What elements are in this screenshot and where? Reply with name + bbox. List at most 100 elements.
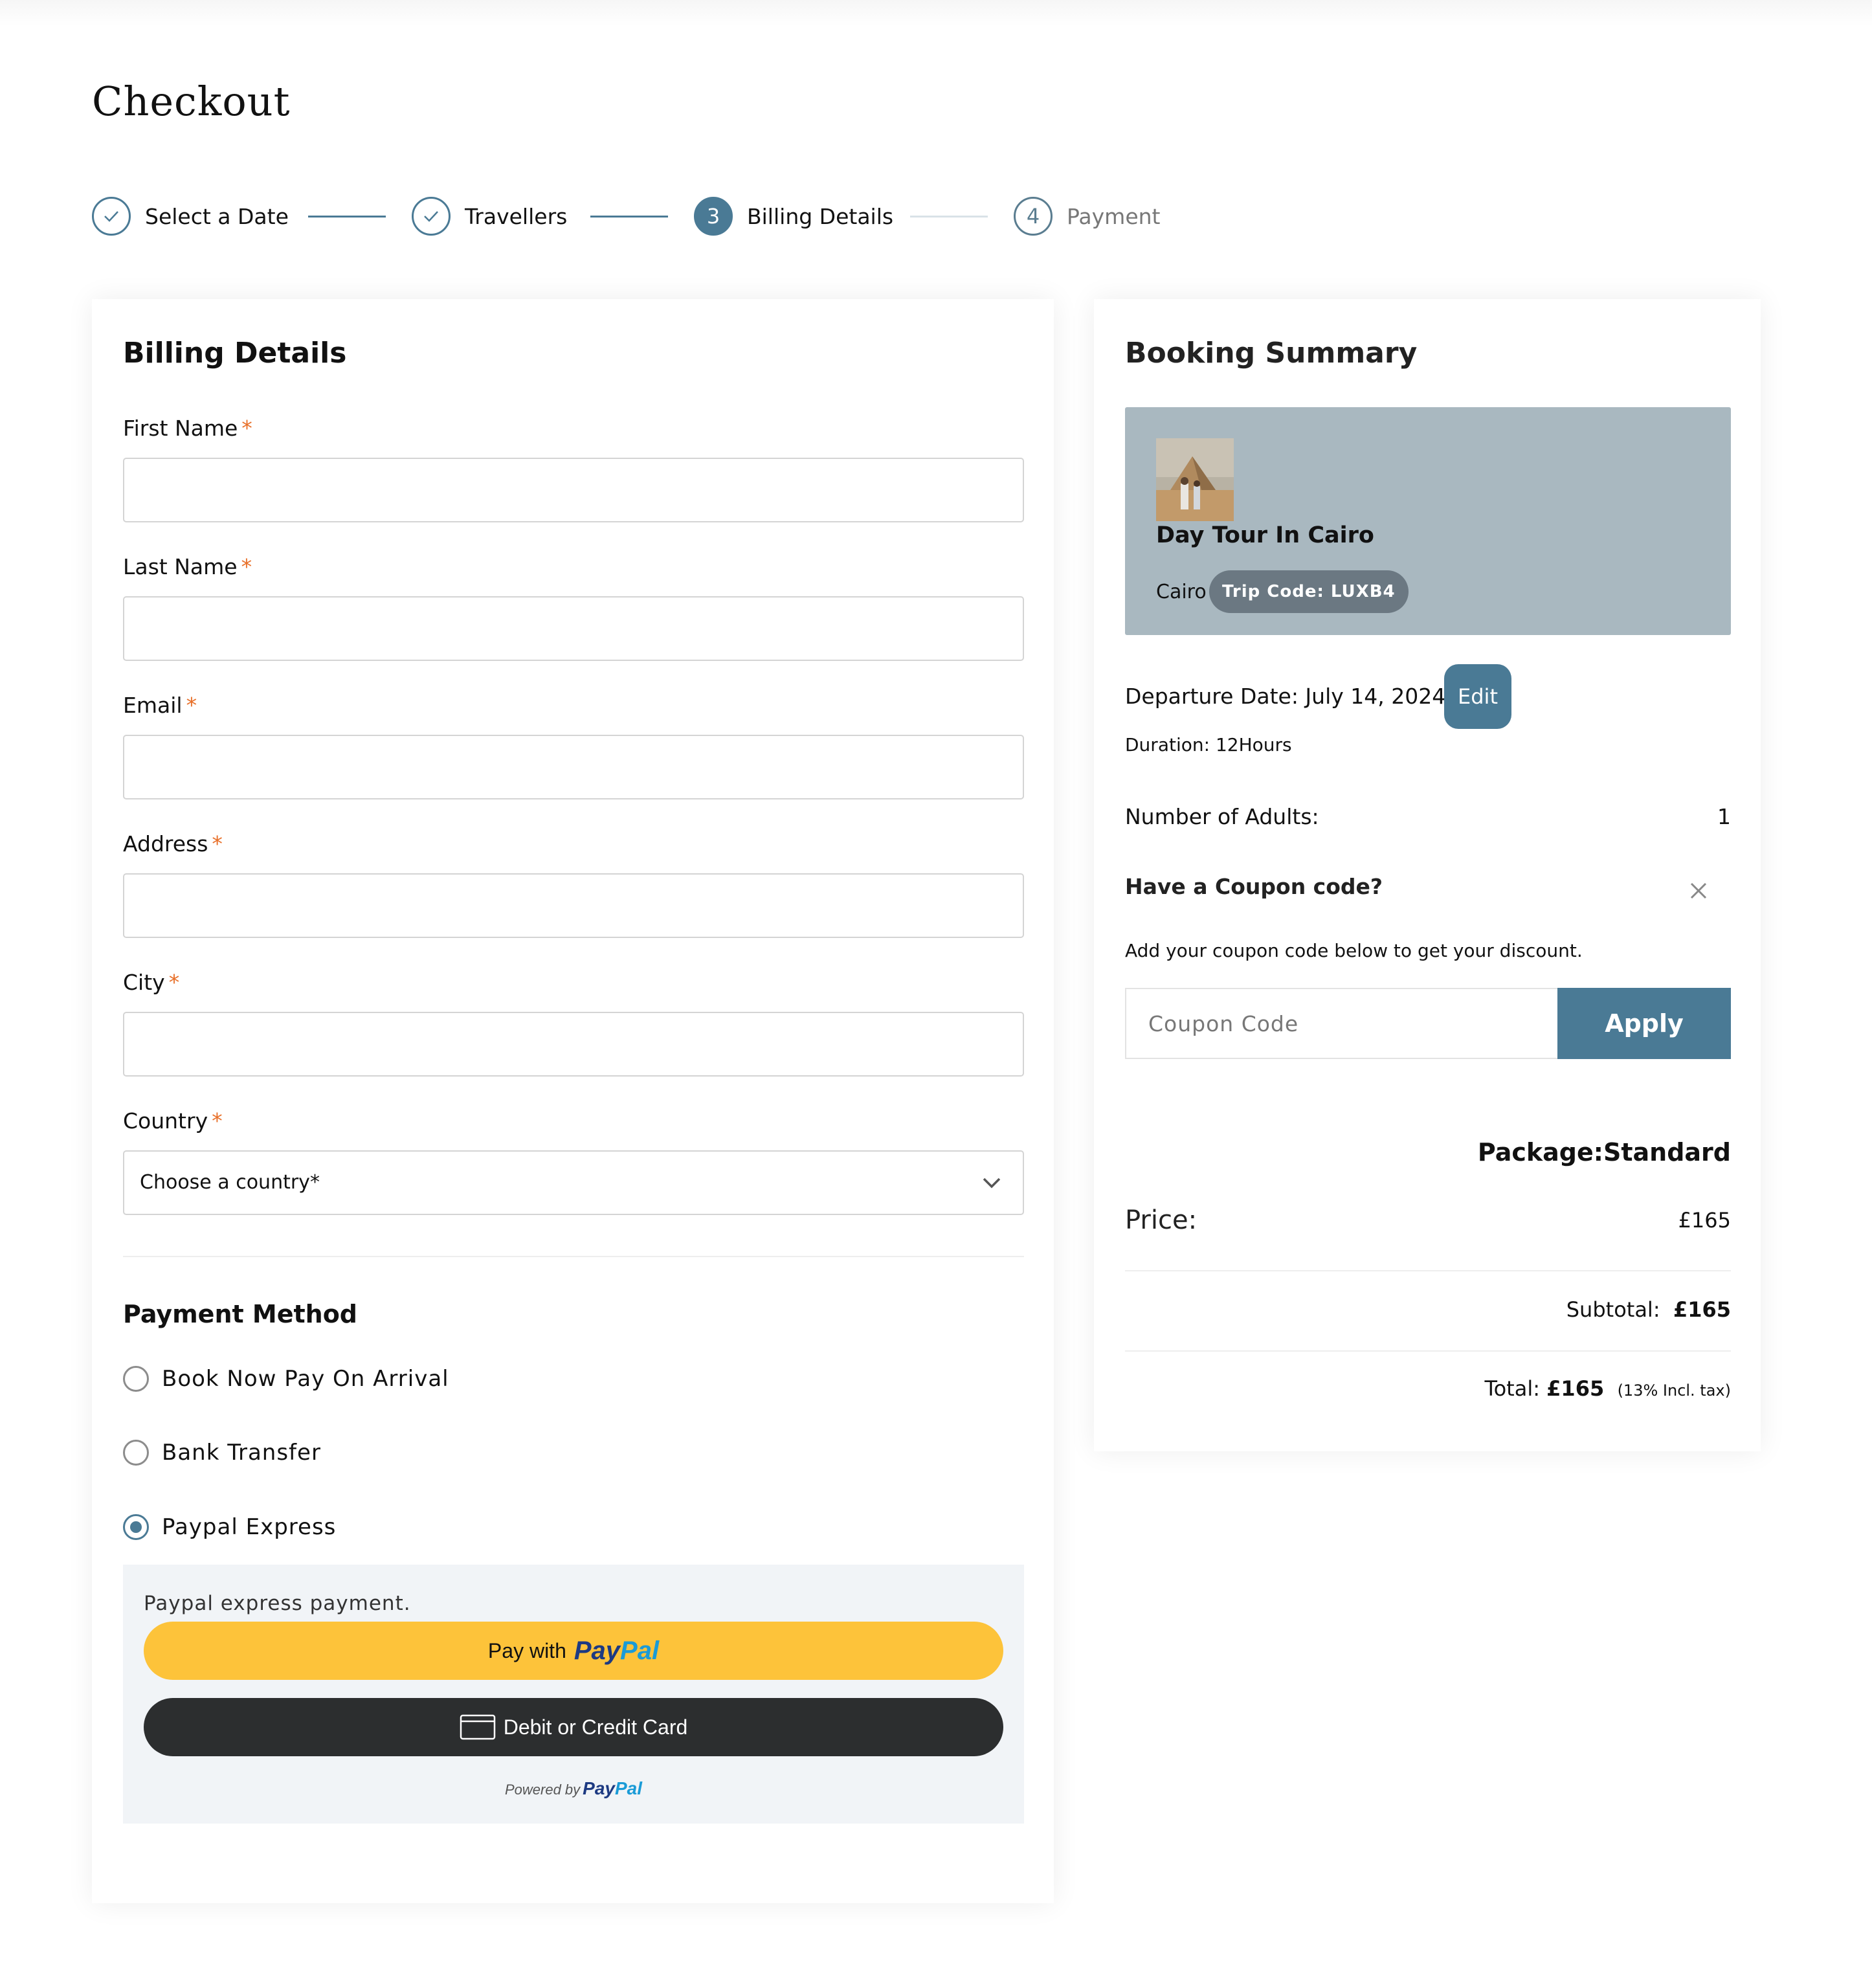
email-label: Email *	[123, 693, 197, 718]
summary-title: Booking Summary	[1125, 337, 1418, 370]
billing-title: Billing Details	[123, 337, 347, 370]
coupon-placeholder: Coupon Code	[1148, 1011, 1299, 1036]
subtotal-value: £165	[1673, 1297, 1731, 1322]
coupon-hint: Add your coupon code below to get your d…	[1125, 940, 1583, 961]
apply-coupon-button[interactable]: Apply	[1557, 988, 1731, 1059]
check-icon	[412, 197, 451, 236]
subtotal-label: Subtotal:	[1566, 1297, 1660, 1322]
paypal-description: Paypal express payment.	[144, 1592, 411, 1615]
price-label: Price:	[1125, 1205, 1198, 1235]
paypal-logo: PayPal	[583, 1778, 642, 1798]
price-value: £165	[1678, 1208, 1731, 1233]
step-payment[interactable]: 4 Payment	[1014, 194, 1160, 238]
required-marker: *	[212, 831, 223, 856]
subtotal-row: Subtotal: £165	[1125, 1297, 1731, 1322]
credit-card-icon	[460, 1714, 495, 1740]
checkout-stepper: Select a Date Travellers 3 Billing Detai…	[92, 194, 1257, 238]
payment-option-bank-transfer[interactable]: Bank Transfer	[123, 1440, 321, 1466]
last-name-input[interactable]	[123, 596, 1024, 661]
paypal-logo-pay: Pay	[574, 1636, 621, 1665]
field-label-text: Last Name	[123, 554, 238, 579]
booking-summary-card: Booking Summary Day Tour In Cairo Cairo …	[1094, 299, 1761, 1451]
powered-by-paypal: Powered by PayPal	[123, 1778, 1024, 1799]
paypal-logo-pal: Pal	[620, 1636, 660, 1665]
total-label: Total:	[1484, 1376, 1540, 1401]
step-billing-details[interactable]: 3 Billing Details	[694, 194, 893, 238]
country-label: Country *	[123, 1108, 223, 1134]
step-number: 3	[694, 197, 733, 236]
paypal-button[interactable]: Pay with PayPal	[144, 1622, 1003, 1680]
check-icon	[92, 197, 131, 236]
edit-date-button[interactable]: Edit	[1444, 664, 1511, 729]
coupon-code-input[interactable]: Coupon Code	[1125, 988, 1557, 1059]
billing-details-card: Billing Details First Name * Last Name * E…	[92, 299, 1054, 1903]
summary-divider	[1125, 1350, 1731, 1352]
package-label: Package:Standard	[1477, 1138, 1731, 1167]
payment-option-label: Paypal Express	[162, 1514, 337, 1540]
field-label-text: Email	[123, 693, 183, 718]
payment-option-label: Bank Transfer	[162, 1440, 321, 1466]
adults-value: 1	[1717, 804, 1731, 829]
step-label: Billing Details	[747, 203, 894, 229]
paypal-logo: PayPal	[574, 1636, 659, 1666]
address-label: Address *	[123, 831, 223, 856]
paypal-button-label: Pay with	[487, 1638, 566, 1662]
radio-button-selected[interactable]	[123, 1514, 149, 1540]
tour-thumbnail	[1156, 438, 1234, 521]
tour-city: Cairo	[1156, 581, 1207, 603]
required-marker: *	[168, 970, 180, 995]
payment-method-title: Payment Method	[123, 1300, 358, 1328]
email-input[interactable]	[123, 735, 1024, 799]
page-title: Checkout	[92, 78, 291, 125]
required-marker: *	[241, 416, 252, 441]
step-connector	[590, 216, 668, 218]
section-divider	[123, 1256, 1024, 1257]
close-icon[interactable]	[1688, 880, 1710, 902]
duration: Duration: 12Hours	[1125, 734, 1292, 755]
last-name-label: Last Name *	[123, 554, 252, 579]
radio-button[interactable]	[123, 1366, 149, 1392]
paypal-panel: Paypal express payment. Pay with PayPal …	[123, 1565, 1024, 1824]
powered-by-text: Powered by	[504, 1781, 581, 1798]
field-label-text: First Name	[123, 416, 238, 441]
payment-option-paypal[interactable]: Paypal Express	[123, 1514, 336, 1540]
card-button-label: Debit or Credit Card	[503, 1715, 688, 1739]
tax-note: (13% Incl. tax)	[1617, 1381, 1731, 1400]
step-select-date[interactable]: Select a Date	[92, 194, 289, 238]
city-input[interactable]	[123, 1012, 1024, 1077]
required-marker: *	[186, 693, 197, 718]
step-connector	[910, 216, 988, 218]
address-input[interactable]	[123, 873, 1024, 938]
country-select-value: Choose a country*	[140, 1171, 320, 1194]
payment-option-arrival[interactable]: Book Now Pay On Arrival	[123, 1366, 449, 1392]
field-label-text: City	[123, 970, 165, 995]
step-label: Payment	[1067, 203, 1161, 229]
paypal-logo-pal: Pal	[614, 1778, 643, 1798]
field-label-text: Address	[123, 831, 208, 856]
country-select[interactable]: Choose a country*	[123, 1150, 1024, 1215]
step-connector	[308, 216, 386, 218]
departure-date: Departure Date: July 14, 2024	[1125, 684, 1446, 709]
step-travellers[interactable]: Travellers	[412, 194, 567, 238]
step-label: Select a Date	[145, 203, 289, 229]
paypal-logo-pay: Pay	[583, 1778, 615, 1798]
adults-label: Number of Adults:	[1125, 804, 1319, 829]
city-label: City *	[123, 970, 179, 995]
trip-code-badge: Trip Code: LUXB4	[1209, 570, 1409, 613]
top-bar	[0, 0, 1872, 26]
step-label: Travellers	[465, 203, 568, 229]
first-name-label: First Name *	[123, 416, 252, 441]
step-number: 4	[1014, 197, 1053, 236]
radio-button[interactable]	[123, 1440, 149, 1466]
chevron-down-icon	[983, 1178, 1001, 1189]
required-marker: *	[241, 554, 252, 579]
field-label-text: Country	[123, 1108, 208, 1134]
required-marker: *	[212, 1108, 223, 1134]
total-row: Total: £165 (13% Incl. tax)	[1125, 1376, 1731, 1401]
coupon-title: Have a Coupon code?	[1125, 874, 1383, 899]
payment-option-label: Book Now Pay On Arrival	[162, 1366, 449, 1392]
tour-info: Day Tour In Cairo Cairo Trip Code: LUXB4	[1125, 407, 1731, 635]
first-name-input[interactable]	[123, 458, 1024, 522]
debit-credit-card-button[interactable]: Debit or Credit Card	[144, 1698, 1003, 1756]
tour-name: Day Tour In Cairo	[1156, 522, 1374, 548]
